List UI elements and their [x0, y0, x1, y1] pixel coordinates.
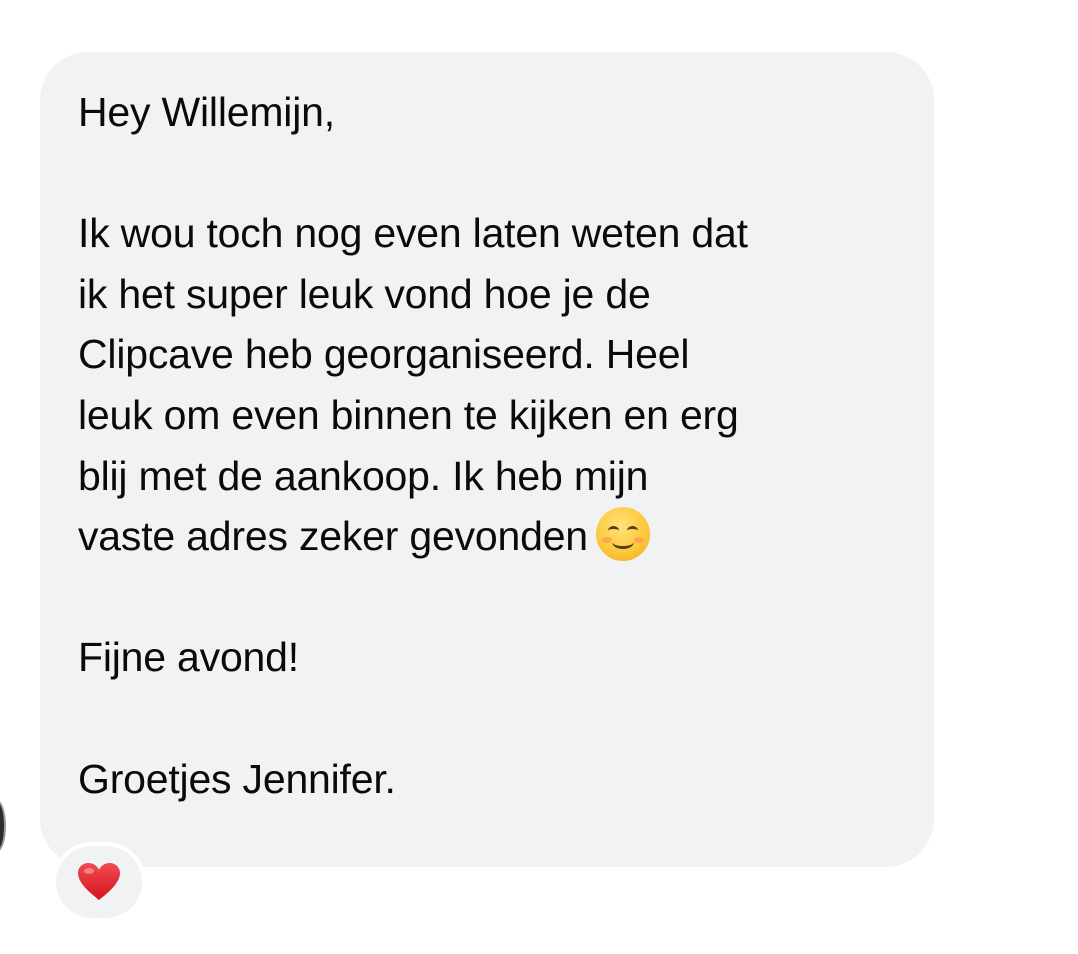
- red-heart-icon: [77, 862, 121, 902]
- message-line-with-emoji: vaste adres zeker gevonden: [78, 506, 898, 567]
- message-line: blij met de aankoop. Ik heb mijn: [78, 452, 649, 499]
- message-line: Ik wou toch nog even laten weten dat: [78, 210, 748, 257]
- message-line: Groetjes Jennifer.: [78, 755, 396, 802]
- reaction-badge-inner: [56, 846, 142, 918]
- reaction-badge[interactable]: [52, 842, 146, 922]
- smiling-face-icon: [595, 507, 650, 562]
- message-line: Fijne avond!: [78, 634, 299, 681]
- message-line-text: vaste adres zeker gevonden: [78, 513, 588, 560]
- sender-avatar[interactable]: [0, 800, 6, 852]
- message-line: Clipcave heb georganiseerd. Heel: [78, 331, 690, 378]
- message-line: leuk om even binnen te kijken en erg: [78, 391, 739, 438]
- message-bubble[interactable]: Hey Willemijn, Ik wou toch nog even late…: [40, 52, 934, 867]
- message-line: Hey Willemijn,: [78, 89, 335, 135]
- message-line: ik het super leuk vond hoe je de: [78, 270, 651, 317]
